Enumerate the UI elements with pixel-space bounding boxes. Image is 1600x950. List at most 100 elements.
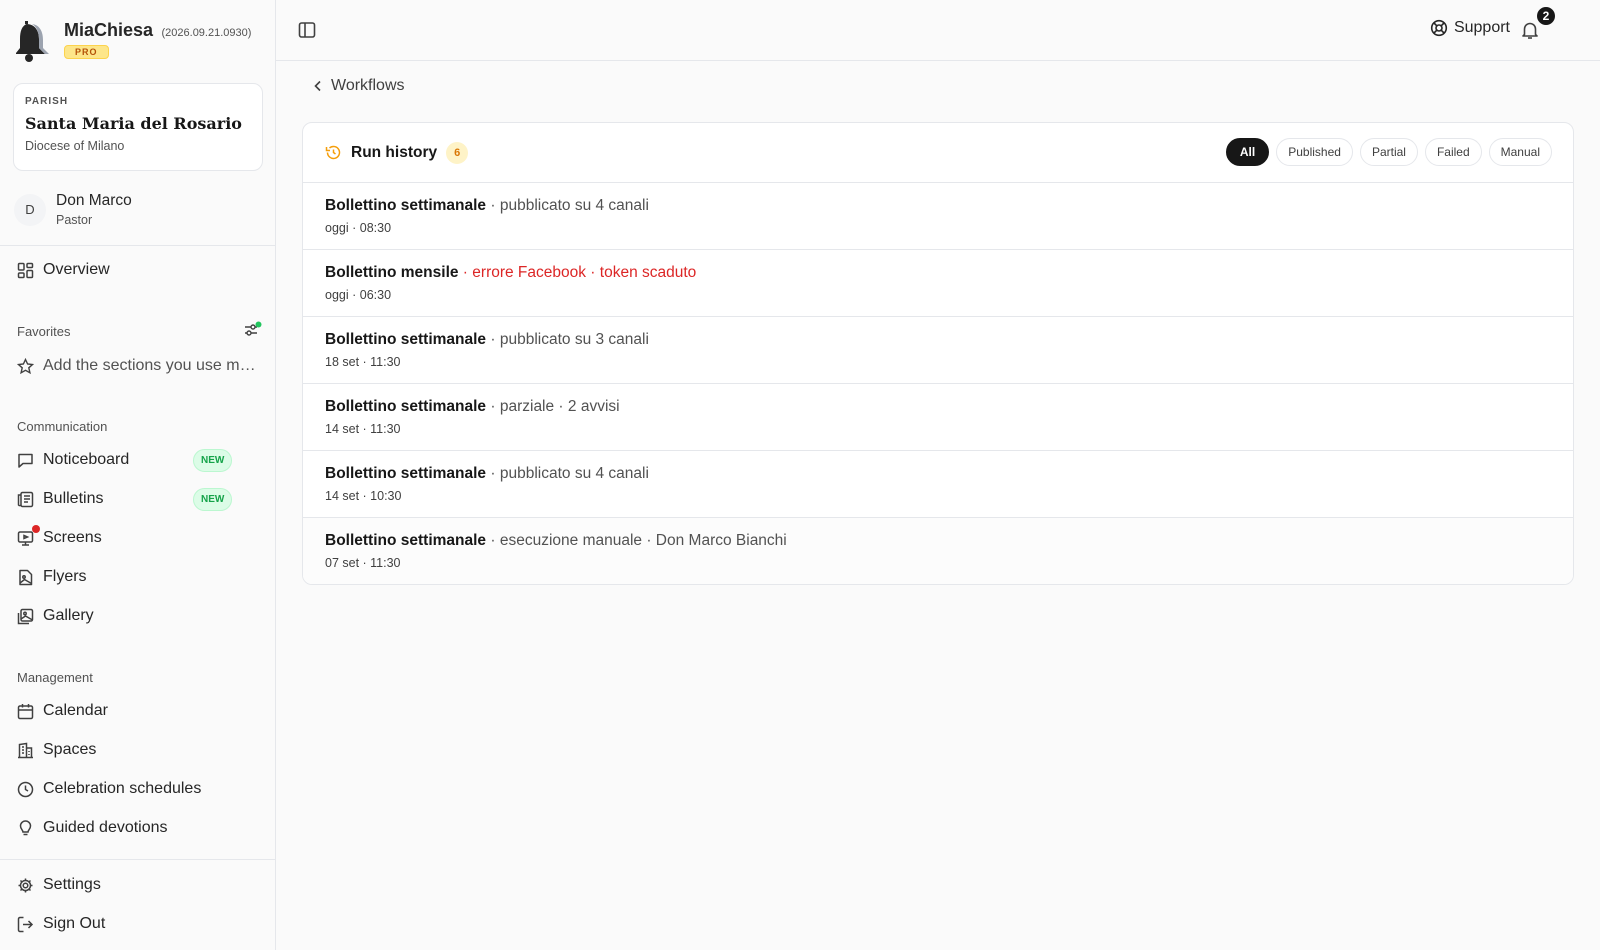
clock-icon	[17, 781, 34, 797]
run-row[interactable]: Bollettino settimanale · parziale · 2 av…	[303, 384, 1573, 451]
parish-switcher[interactable]: PARISH Santa Maria del Rosario Diocese o…	[13, 83, 263, 171]
sidebar-item-label: Gallery	[43, 607, 94, 624]
sidebar-item-label: Bulletins	[43, 490, 104, 507]
sidebar-item-label: Screens	[43, 529, 102, 546]
building-icon	[18, 742, 33, 758]
management-section-title: Management	[17, 670, 93, 685]
images-icon	[17, 608, 34, 624]
run-list: Bollettino settimanale · pubblicato su 4…	[303, 183, 1573, 584]
run-workflow-name: Bollettino settimanale	[325, 331, 487, 348]
sidebar-item-sign-out[interactable]: Sign Out	[17, 911, 262, 937]
run-timestamp: 18 set · 11:30	[325, 355, 401, 369]
run-timestamp: 14 set · 11:30	[325, 422, 401, 436]
top-bar: Support 2	[276, 0, 1600, 61]
file-image-icon	[19, 569, 33, 585]
panel-toggle-icon[interactable]	[298, 21, 316, 39]
favorites-placeholder: Add the sections you use most	[43, 357, 259, 374]
chevron-left-icon	[314, 80, 321, 92]
run-detail: pubblicato su 4 canali	[499, 465, 649, 482]
run-row[interactable]: Bollettino settimanale · pubblicato su 3…	[303, 317, 1573, 384]
run-row[interactable]: Bollettino settimanale · pubblicato su 4…	[303, 451, 1573, 518]
sidebar-item-settings[interactable]: Settings	[17, 872, 262, 898]
run-row[interactable]: Bollettino mensile · errore Facebook · t…	[303, 250, 1573, 317]
sidebar-item-overview[interactable]: Overview	[17, 257, 262, 283]
run-count-badge: 6	[446, 141, 469, 164]
gear-icon	[18, 878, 33, 892]
lifebuoy-icon	[1430, 19, 1448, 37]
sidebar-item-bulletins[interactable]: Bulletins NEW	[17, 486, 262, 512]
sidebar-item-label: Settings	[43, 876, 101, 893]
sidebar-item-label: Calendar	[43, 702, 108, 719]
run-workflow-name: Bollettino settimanale	[325, 197, 487, 214]
sidebar-item-guided-devotions[interactable]: Guided devotions	[17, 815, 262, 841]
run-history-panel: Run history 6 All Published Partial Fail…	[302, 122, 1574, 585]
back-to-workflows-link[interactable]: Workflows	[312, 77, 405, 95]
user-profile[interactable]: D Don Marco Pastor	[14, 192, 132, 227]
bell-logo-icon	[16, 21, 49, 62]
grid-icon	[17, 262, 34, 278]
lightbulb-icon	[19, 819, 32, 835]
status-filters: All Published Partial Failed Manual	[1219, 138, 1552, 166]
favorites-empty-hint[interactable]: Add the sections you use most	[17, 353, 262, 379]
alert-dot	[32, 524, 40, 533]
sidebar-divider	[0, 245, 276, 246]
filter-failed[interactable]: Failed	[1424, 138, 1482, 166]
screen-icon	[17, 524, 40, 547]
run-workflow-name: Bollettino mensile	[325, 264, 459, 281]
run-detail: pubblicato su 3 canali	[499, 331, 649, 348]
run-history-header: Run history 6 All Published Partial Fail…	[303, 123, 1573, 183]
sidebar-item-label: Noticeboard	[43, 451, 130, 468]
sidebar-item-spaces[interactable]: Spaces	[17, 737, 262, 763]
run-workflow-name: Bollettino settimanale	[325, 398, 487, 415]
user-name: Don Marco	[56, 192, 132, 209]
new-badge: NEW	[193, 448, 233, 472]
run-workflow-name: Bollettino settimanale	[325, 532, 487, 549]
log-out-icon	[17, 916, 34, 932]
panel-title: Run history	[351, 143, 438, 161]
sidebar-item-label: Overview	[43, 261, 110, 278]
parish-label: PARISH	[25, 96, 69, 107]
run-detail: esecuzione manuale · Don Marco Bianchi	[499, 532, 787, 549]
history-icon	[325, 145, 341, 160]
parish-diocese: Diocese of Milano	[25, 139, 125, 153]
run-timestamp: 07 set · 11:30	[325, 556, 401, 570]
run-row[interactable]: Bollettino settimanale · pubblicato su 4…	[303, 183, 1573, 250]
favorites-settings-icon[interactable]	[244, 321, 262, 339]
parish-name: Santa Maria del Rosario	[25, 114, 242, 133]
message-square-icon	[18, 453, 33, 468]
sidebar-item-noticeboard[interactable]: Noticeboard NEW	[17, 447, 262, 473]
sidebar-divider	[0, 859, 276, 860]
run-detail: errore Facebook · token scaduto	[472, 264, 697, 281]
sidebar-item-gallery[interactable]: Gallery	[17, 603, 262, 629]
run-detail: parziale · 2 avvisi	[499, 398, 620, 415]
filter-published[interactable]: Published	[1276, 138, 1353, 166]
sidebar-item-celebration-schedules[interactable]: Celebration schedules	[17, 776, 262, 802]
communication-section-title: Communication	[17, 419, 108, 434]
run-timestamp: oggi · 06:30	[325, 288, 392, 302]
filter-partial[interactable]: Partial	[1359, 138, 1418, 166]
sidebar-item-label: Celebration schedules	[43, 780, 202, 797]
filter-all[interactable]: All	[1225, 138, 1270, 166]
avatar: D	[14, 193, 46, 226]
sidebar-item-label: Guided devotions	[43, 819, 168, 836]
run-timestamp: 14 set · 10:30	[325, 489, 402, 503]
sidebar-item-label: Sign Out	[43, 915, 106, 932]
run-workflow-name: Bollettino settimanale	[325, 465, 487, 482]
brand[interactable]: MiaChiesa (2026.09.21.0930) PRO	[16, 20, 251, 62]
run-timestamp: oggi · 08:30	[325, 221, 392, 235]
sidebar: MiaChiesa (2026.09.21.0930) PRO PARISH S…	[0, 0, 276, 950]
user-role: Pastor	[56, 213, 93, 227]
favorites-section-title: Favorites	[17, 324, 71, 339]
notification-count-badge: 2	[1535, 5, 1557, 27]
run-detail: pubblicato su 4 canali	[499, 197, 649, 214]
support-button[interactable]: Support	[1430, 19, 1510, 37]
filter-manual[interactable]: Manual	[1488, 138, 1552, 166]
newspaper-icon	[17, 491, 34, 507]
sidebar-item-screens[interactable]: Screens	[17, 524, 262, 551]
run-row[interactable]: Bollettino settimanale · esecuzione manu…	[303, 518, 1573, 584]
sidebar-item-calendar[interactable]: Calendar	[17, 698, 262, 724]
sidebar-item-flyers[interactable]: Flyers	[17, 564, 262, 590]
sidebar-item-label: Flyers	[43, 568, 87, 585]
plan-badge: PRO	[64, 45, 109, 59]
star-icon	[17, 357, 34, 374]
